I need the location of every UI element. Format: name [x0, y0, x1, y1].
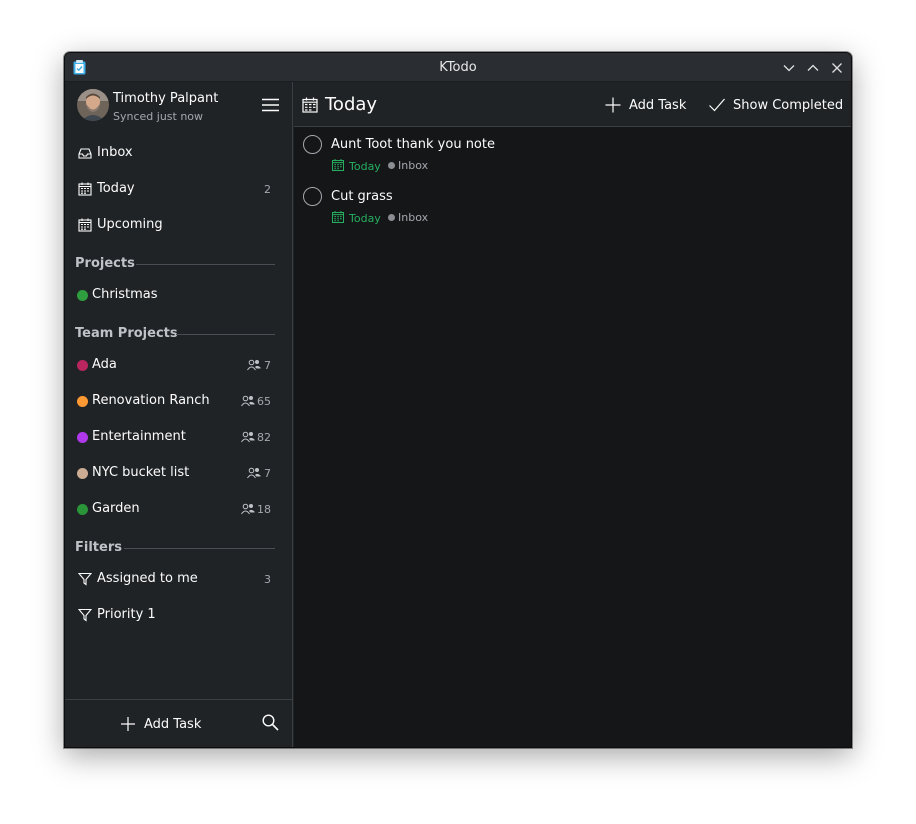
task-count: 2	[264, 183, 271, 196]
project-color-dot	[77, 504, 88, 515]
close-button[interactable]	[828, 59, 845, 76]
project-color-dot	[77, 290, 88, 301]
calendar-icon	[302, 97, 318, 113]
sidebar-item-today[interactable]: Today 2	[65, 171, 291, 207]
sidebar-item-label: Upcoming	[97, 217, 163, 232]
sidebar-item-label: Entertainment	[92, 429, 186, 444]
sidebar-footer: Add Task	[65, 699, 292, 747]
project-color-dot	[77, 432, 88, 443]
sidebar-item-label: Today	[97, 181, 135, 196]
maximize-button[interactable]	[804, 59, 821, 76]
sidebar-item-ada[interactable]: Ada 7	[65, 347, 291, 383]
task-item[interactable]: Cut grass Today Inbox	[294, 180, 851, 232]
calendar-icon	[78, 218, 92, 232]
team-icon	[241, 431, 255, 443]
divider	[124, 548, 275, 549]
calendar-icon	[332, 211, 344, 223]
section-title: Team Projects	[75, 326, 178, 341]
hamburger-menu-icon[interactable]	[262, 98, 279, 112]
sidebar-item-assigned-to-me[interactable]: Assigned to me 3	[65, 561, 291, 597]
task-project: Inbox	[398, 211, 429, 224]
search-icon[interactable]	[262, 714, 279, 731]
project-color-dot	[388, 162, 395, 169]
add-task-label: Add Task	[629, 97, 687, 113]
due-date: Today	[349, 160, 381, 173]
filters-section-header: Filters	[75, 538, 275, 558]
show-completed-button[interactable]: Show Completed	[709, 96, 843, 114]
avatar	[77, 89, 109, 121]
sidebar-item-label: Christmas	[92, 287, 158, 302]
plus-icon	[605, 97, 621, 113]
sidebar-item-label: Renovation Ranch	[92, 393, 210, 408]
due-date: Today	[349, 212, 381, 225]
sidebar: Timothy Palpant Synced just now Inbox To…	[65, 82, 293, 747]
add-task-button[interactable]: Add Task	[605, 96, 686, 114]
sidebar-item-nyc-bucket-list[interactable]: NYC bucket list 7	[65, 455, 291, 491]
chevron-down-icon	[783, 64, 794, 71]
team-icon	[241, 395, 255, 407]
projects-section-header: Projects	[75, 254, 275, 274]
divider	[176, 334, 275, 335]
add-task-button[interactable]: Add Task	[121, 715, 201, 733]
team-icon	[241, 503, 255, 515]
checkmark-icon	[709, 98, 725, 112]
sidebar-item-upcoming[interactable]: Upcoming	[65, 207, 291, 243]
calendar-icon	[78, 182, 92, 196]
sidebar-item-entertainment[interactable]: Entertainment 82	[65, 419, 291, 455]
project-color-dot	[77, 396, 88, 407]
complete-checkbox[interactable]	[303, 135, 322, 154]
task-title: Aunt Toot thank you note	[331, 137, 495, 152]
main-panel: Today Add Task Show Completed Aunt Toot …	[294, 82, 851, 747]
sidebar-item-renovation-ranch[interactable]: Renovation Ranch 65	[65, 383, 291, 419]
project-color-dot	[77, 468, 88, 479]
user-name: Timothy Palpant	[113, 91, 219, 106]
user-account[interactable]: Timothy Palpant Synced just now	[77, 89, 292, 127]
sync-status: Synced just now	[113, 110, 204, 123]
section-title: Filters	[75, 540, 122, 555]
show-completed-label: Show Completed	[733, 97, 844, 113]
member-count: 7	[264, 359, 271, 372]
inbox-icon	[78, 148, 92, 159]
filter-icon	[78, 572, 92, 586]
task-count: 3	[264, 573, 271, 586]
add-task-label: Add Task	[144, 716, 202, 732]
complete-checkbox[interactable]	[303, 187, 322, 206]
project-color-dot	[388, 214, 395, 221]
member-count: 18	[257, 503, 271, 516]
divider	[136, 264, 275, 265]
sidebar-item-label: NYC bucket list	[92, 465, 190, 480]
task-project: Inbox	[398, 159, 429, 172]
sidebar-item-label: Priority 1	[97, 607, 156, 622]
project-color-dot	[77, 360, 88, 371]
sidebar-item-christmas[interactable]: Christmas	[65, 277, 291, 313]
ktodo-window: KTodo Timothy Palpant Synced just now In…	[64, 52, 852, 748]
member-count: 82	[257, 431, 271, 444]
task-title: Cut grass	[331, 189, 393, 204]
sidebar-item-priority-1[interactable]: Priority 1	[65, 597, 291, 633]
chevron-up-icon	[807, 64, 818, 71]
member-count: 7	[264, 467, 271, 480]
title-bar: KTodo	[65, 53, 851, 82]
sidebar-item-inbox[interactable]: Inbox	[65, 135, 291, 171]
window-title: KTodo	[439, 60, 477, 75]
sidebar-item-label: Ada	[92, 357, 117, 372]
task-item[interactable]: Aunt Toot thank you note Today Inbox	[294, 128, 851, 180]
page-title: Today	[325, 94, 378, 115]
section-title: Projects	[75, 256, 135, 271]
sidebar-item-label: Garden	[92, 501, 140, 516]
filter-icon	[78, 608, 92, 622]
sidebar-item-label: Assigned to me	[97, 571, 198, 586]
sidebar-item-garden[interactable]: Garden 18	[65, 491, 291, 527]
team-icon	[247, 359, 261, 371]
team-icon	[247, 467, 261, 479]
main-header: Today Add Task Show Completed	[294, 82, 851, 127]
close-icon	[831, 62, 842, 73]
minimize-button[interactable]	[780, 59, 797, 76]
member-count: 65	[257, 395, 271, 408]
plus-icon	[121, 717, 135, 731]
team-projects-section-header: Team Projects	[75, 324, 275, 344]
sidebar-item-label: Inbox	[97, 145, 133, 160]
calendar-icon	[332, 159, 344, 171]
